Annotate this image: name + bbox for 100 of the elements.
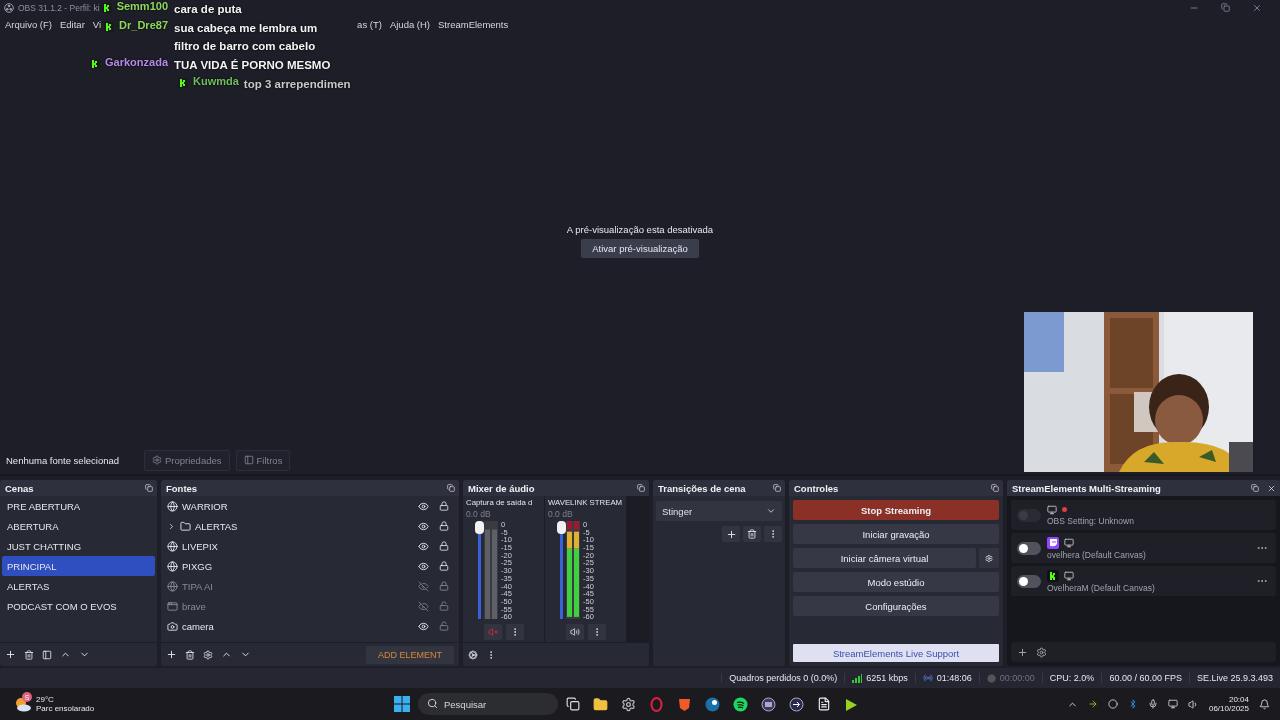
menu-item[interactable]: as (T)	[357, 18, 382, 30]
add-icon[interactable]	[166, 649, 177, 660]
grid-circle-icon[interactable]	[761, 696, 776, 712]
unlock-icon[interactable]	[439, 601, 449, 611]
filters-icon[interactable]	[42, 649, 52, 660]
window-icon	[167, 600, 178, 612]
close-icon[interactable]	[1267, 483, 1276, 493]
source-name[interactable]: LIVEPIX	[182, 540, 414, 552]
source-name[interactable]: camera	[182, 620, 414, 632]
app-icon[interactable]	[844, 696, 859, 712]
volume-icon[interactable]	[1187, 698, 1199, 710]
arrow-circle-icon[interactable]	[789, 696, 804, 712]
maximize-icon[interactable]	[1221, 3, 1230, 12]
control-button[interactable]: Iniciar gravação	[793, 524, 999, 544]
weather-condition: Parc ensolarado	[36, 704, 95, 713]
chat-username: Kuwmda	[193, 75, 239, 87]
trash-icon[interactable]	[185, 649, 195, 660]
folder-icon[interactable]	[593, 696, 608, 712]
start-icon[interactable]	[394, 696, 410, 712]
lock-icon[interactable]	[439, 541, 449, 551]
monitor-icon	[1064, 537, 1074, 548]
more-button[interactable]	[764, 526, 782, 542]
eye-off-icon[interactable]	[418, 580, 429, 592]
speaker-icon	[569, 627, 580, 637]
advanced-settings-icon[interactable]	[468, 649, 478, 660]
delete-button[interactable]	[743, 526, 761, 542]
volume-slider[interactable]	[560, 521, 563, 619]
slider-thumb[interactable]	[475, 521, 484, 534]
speaker-button[interactable]	[565, 624, 584, 640]
fps: 60.00 / 60.00 FPS	[1101, 673, 1189, 683]
add-icon	[725, 528, 737, 540]
control-button[interactable]: Modo estúdio	[793, 572, 999, 592]
circle-icon[interactable]	[1107, 699, 1118, 709]
scene-item[interactable]: ALERTAS	[2, 576, 155, 596]
microphone-icon[interactable]	[1147, 699, 1158, 709]
settings-icon[interactable]	[1036, 646, 1047, 658]
task-view-icon[interactable]	[566, 697, 580, 711]
lock-icon[interactable]	[439, 501, 449, 511]
monitor-icon[interactable]	[1167, 699, 1178, 709]
expand-icon[interactable]	[167, 521, 176, 531]
menu-item[interactable]: Ajuda (H)	[389, 18, 431, 30]
menu-item[interactable]: StreamElements	[438, 18, 509, 30]
scene-item[interactable]: ABERTURA	[2, 516, 155, 536]
eye-icon[interactable]	[418, 560, 429, 572]
eye-icon[interactable]	[418, 520, 429, 532]
control-button[interactable]: Iniciar câmera virtual	[793, 548, 976, 568]
eye-icon[interactable]	[418, 540, 429, 552]
toggle-switch[interactable]	[1017, 574, 1041, 588]
undock-icon[interactable]	[1251, 483, 1259, 492]
undock-icon[interactable]	[773, 484, 781, 492]
source-name[interactable]: brave	[182, 600, 414, 612]
add-button[interactable]	[722, 526, 740, 542]
add-icon[interactable]	[1017, 646, 1028, 658]
enable-preview-button[interactable]: Ativar pré-visualização	[581, 239, 699, 258]
scene-item[interactable]: JUST CHATTING	[2, 536, 155, 556]
monitor-icon	[1047, 504, 1057, 515]
live-support-button[interactable]: StreamElements Live Support	[793, 644, 999, 662]
chat-message: cara de puta	[174, 2, 243, 17]
undock-icon[interactable]	[145, 484, 153, 492]
eye-icon[interactable]	[418, 500, 429, 512]
undock-icon[interactable]	[637, 484, 645, 492]
settings-button[interactable]	[979, 548, 999, 568]
undock-icon[interactable]	[991, 484, 999, 492]
scene-item[interactable]: PRE ABERTURA	[2, 496, 155, 516]
ring-icon[interactable]	[649, 696, 664, 712]
add-element-button[interactable]: ADD ELEMENT	[366, 645, 454, 664]
gear-icon[interactable]	[621, 696, 636, 712]
stop-streaming-button[interactable]: Stop Streaming	[793, 500, 999, 520]
source-name[interactable]: ALERTAS	[195, 520, 414, 532]
eye-icon[interactable]	[418, 620, 429, 632]
unlock-icon[interactable]	[439, 621, 449, 631]
scene-item[interactable]: PODCAST COM O EVOS	[2, 596, 155, 616]
scene-item[interactable]: PRINCIPAL	[2, 556, 155, 576]
file-icon[interactable]	[817, 697, 831, 711]
music-icon[interactable]	[733, 696, 748, 712]
bluetooth-icon[interactable]	[1127, 699, 1138, 709]
lock-icon[interactable]	[439, 561, 449, 571]
search-field[interactable]: Pesquisar	[418, 693, 558, 715]
toggle-switch[interactable]	[1017, 541, 1041, 555]
more-button[interactable]	[587, 624, 606, 640]
menu-item[interactable]: Arquivo (F)	[5, 18, 52, 30]
source-name[interactable]: WARRIOR	[182, 500, 414, 512]
globe-icon	[167, 560, 178, 572]
source-name[interactable]: TIPA AI	[182, 580, 414, 592]
lock-icon[interactable]	[439, 521, 449, 531]
add-icon[interactable]	[5, 649, 16, 660]
eye-off-icon[interactable]	[418, 600, 429, 612]
more-button[interactable]	[505, 624, 524, 640]
notifications-icon[interactable]	[1259, 698, 1270, 710]
menu-item[interactable]: Editar	[60, 18, 85, 30]
undock-icon[interactable]	[447, 484, 455, 492]
control-button[interactable]: Configurações	[793, 596, 999, 616]
slider-thumb[interactable]	[557, 521, 566, 534]
trash-icon[interactable]	[24, 649, 34, 660]
source-name[interactable]: PIXGG	[182, 560, 414, 572]
close-icon[interactable]	[1252, 3, 1262, 13]
menu-item[interactable]: Vi	[92, 18, 102, 30]
volume-slider[interactable]	[478, 521, 481, 619]
transition-dropdown[interactable]: Stinger	[656, 501, 782, 521]
globe-icon	[167, 580, 178, 592]
